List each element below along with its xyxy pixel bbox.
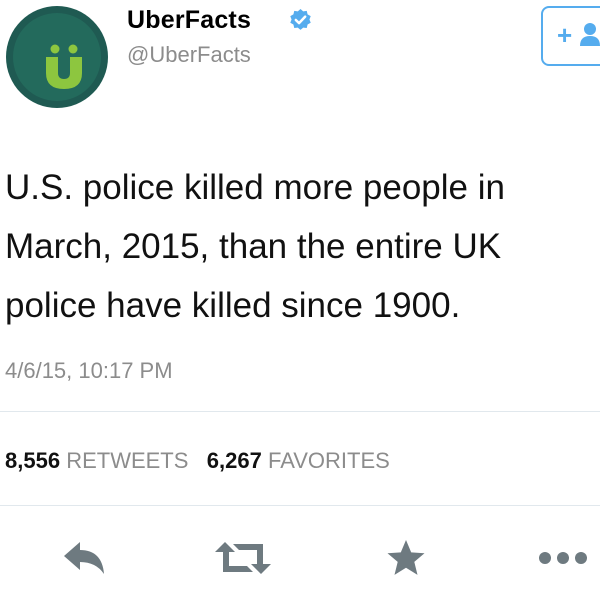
- divider: [0, 411, 600, 412]
- profile-avatar[interactable]: [6, 6, 108, 108]
- more-icon[interactable]: [538, 538, 600, 578]
- retweets-label: RETWEETS: [66, 448, 189, 473]
- retweets-stat[interactable]: 8,556 RETWEETS: [5, 448, 195, 473]
- user-handle[interactable]: @UberFacts: [127, 42, 251, 68]
- follow-button[interactable]: +: [541, 6, 600, 66]
- add-user-icon: +: [557, 20, 600, 51]
- tweet-text-line: March, 2015, than the entire UK: [5, 227, 502, 266]
- retweets-count: 8,556: [5, 448, 61, 473]
- favorites-count: 6,267: [206, 448, 262, 473]
- verified-badge-icon: [290, 9, 311, 30]
- tweet-timestamp: 4/6/15, 10:17 PM: [5, 358, 173, 383]
- uberfacts-logo-icon: [46, 44, 82, 89]
- favorites-label: FAVORITES: [267, 448, 390, 473]
- avatar-background: [13, 13, 101, 101]
- user-display-name[interactable]: UberFacts: [127, 6, 251, 35]
- reply-icon[interactable]: [60, 538, 108, 578]
- star-icon[interactable]: [386, 538, 426, 578]
- tweet-text-line: police have killed since 1900.: [5, 286, 461, 325]
- tweet-text: U.S. police killed more people in March,…: [5, 158, 600, 335]
- tweet-text-line: U.S. police killed more people in: [5, 168, 505, 207]
- retweet-icon[interactable]: [213, 538, 273, 578]
- divider: [0, 505, 600, 506]
- tweet-stats: 8,556 RETWEETS 6,267 FAVORITES: [5, 448, 390, 474]
- favorites-stat[interactable]: 6,267 FAVORITES: [207, 448, 390, 473]
